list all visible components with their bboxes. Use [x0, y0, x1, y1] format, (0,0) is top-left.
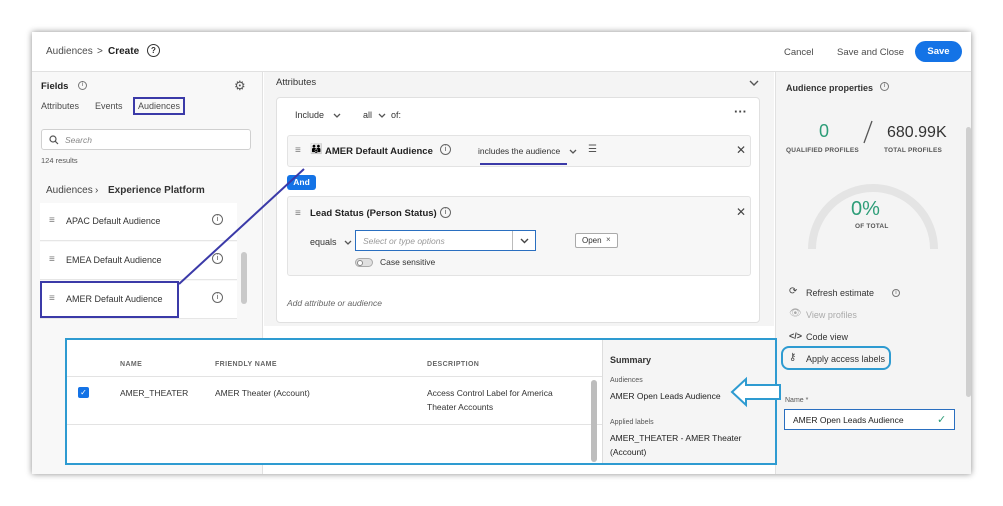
- annotation-layer: [178, 168, 781, 408]
- annotation-connector-line: [178, 168, 305, 285]
- app-window: Audiences > Create ? Cancel Save and Clo…: [32, 32, 971, 474]
- annotation-arrow-head: [730, 376, 781, 408]
